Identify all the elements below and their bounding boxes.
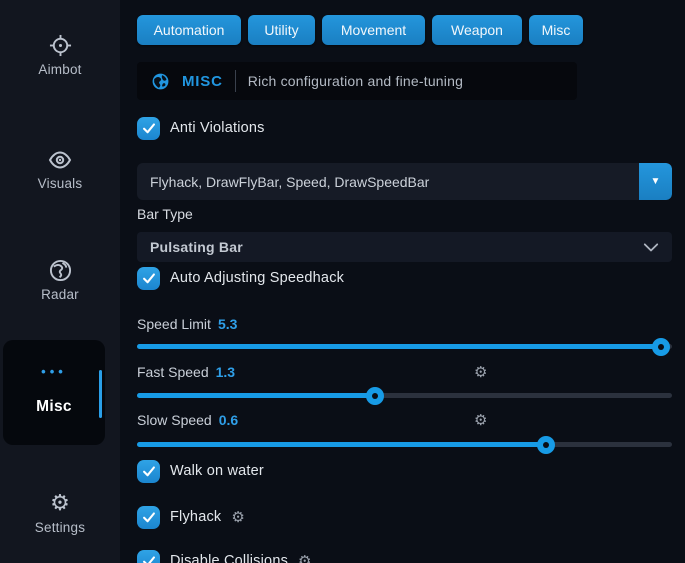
slider-handle[interactable]	[366, 387, 384, 405]
sidebar: Aimbot Visuals Radar	[0, 0, 120, 563]
sidebar-item-label: Settings	[0, 520, 120, 535]
slider-fill	[137, 344, 661, 349]
sidebar-item-settings[interactable]: ⚙ Settings	[0, 492, 120, 535]
checkbox-label: Auto Adjusting Speedhack	[170, 270, 344, 286]
globe-icon	[0, 259, 120, 283]
triangle-down-icon: ▼	[651, 176, 661, 187]
anti-violations-checkbox[interactable]	[137, 117, 160, 140]
gear-icon: ⚙	[0, 492, 120, 516]
flyhack-checkbox[interactable]	[137, 506, 160, 529]
auto-adjusting-row: Auto Adjusting Speedhack	[137, 266, 672, 290]
main-panel: Automation Utility Movement Weapon Misc …	[120, 0, 685, 563]
check-icon	[142, 121, 156, 135]
crosshair-icon	[0, 34, 120, 58]
dropdown-value: Pulsating Bar	[150, 239, 643, 255]
flyhack-row: Flyhack ⚙	[137, 505, 672, 529]
sidebar-item-radar[interactable]: Radar	[0, 259, 120, 302]
banner-divider	[235, 70, 236, 92]
disable-collisions-row: Disable Collisions ⚙	[137, 549, 672, 563]
slider-value: 0.6	[219, 412, 238, 428]
sidebar-item-label: Radar	[0, 287, 120, 302]
checkbox-label: Anti Violations	[170, 120, 265, 136]
sidebar-item-label: Aimbot	[0, 62, 120, 77]
slider-value: 5.3	[218, 316, 237, 332]
eye-icon	[0, 148, 120, 172]
bar-multiselect[interactable]: Flyhack, DrawFlyBar, Speed, DrawSpeedBar…	[137, 163, 672, 200]
gear-icon[interactable]: ⚙	[474, 363, 487, 381]
disable-collisions-checkbox[interactable]	[137, 550, 160, 563]
slider-handle[interactable]	[537, 436, 555, 454]
tab-automation[interactable]: Automation	[137, 15, 241, 45]
walk-on-water-row: Walk on water	[137, 459, 672, 483]
slow-speed-label-row: Slow Speed 0.6 ⚙	[137, 410, 672, 430]
tab-movement[interactable]: Movement	[322, 15, 425, 45]
auto-adjusting-checkbox[interactable]	[137, 267, 160, 290]
slider-label: Slow Speed	[137, 412, 212, 428]
bar-type-label: Bar Type	[137, 206, 672, 222]
checkbox-label: Disable Collisions	[170, 553, 288, 563]
tab-utility[interactable]: Utility	[248, 15, 315, 45]
tab-misc[interactable]: Misc	[529, 15, 583, 45]
fast-speed-label-row: Fast Speed 1.3 ⚙	[137, 362, 672, 382]
chevron-down-icon	[643, 241, 659, 253]
speed-limit-slider[interactable]	[137, 338, 672, 356]
check-icon	[142, 554, 156, 563]
tab-bar: Automation Utility Movement Weapon Misc	[137, 15, 672, 45]
ellipsis-icon: •••	[3, 364, 105, 379]
section-title: MISC	[182, 73, 223, 90]
check-icon	[142, 271, 156, 285]
gear-icon[interactable]: ⚙	[231, 508, 244, 526]
active-indicator-bar	[99, 370, 102, 418]
cheat-menu-window: Aimbot Visuals Radar	[0, 0, 685, 563]
slow-speed-slider[interactable]	[137, 436, 672, 454]
fast-speed-slider[interactable]	[137, 387, 672, 405]
slider-label: Speed Limit	[137, 316, 211, 332]
checkbox-label: Walk on water	[170, 463, 264, 479]
slider-fill	[137, 393, 375, 398]
multiselect-value: Flyhack, DrawFlyBar, Speed, DrawSpeedBar	[137, 174, 639, 190]
slider-label: Fast Speed	[137, 364, 209, 380]
gear-icon[interactable]: ⚙	[298, 552, 311, 563]
check-icon	[142, 464, 156, 478]
slider-fill	[137, 442, 546, 447]
sidebar-item-aimbot[interactable]: Aimbot	[0, 34, 120, 77]
sidebar-item-visuals[interactable]: Visuals	[0, 148, 120, 191]
sidebar-item-label: Misc	[3, 398, 105, 416]
globe-icon	[151, 72, 170, 91]
gear-icon[interactable]: ⚙	[474, 411, 487, 429]
speed-limit-label-row: Speed Limit 5.3	[137, 314, 672, 334]
section-subtitle: Rich configuration and fine-tuning	[248, 73, 463, 89]
checkbox-label: Flyhack	[170, 509, 221, 525]
bar-type-dropdown[interactable]: Pulsating Bar	[137, 232, 672, 262]
slider-value: 1.3	[216, 364, 235, 380]
multiselect-open-button[interactable]: ▼	[639, 163, 672, 200]
section-banner: MISC Rich configuration and fine-tuning	[137, 62, 577, 100]
check-icon	[142, 510, 156, 524]
sidebar-item-misc-selected[interactable]: ••• Misc	[3, 340, 105, 445]
slider-handle[interactable]	[652, 338, 670, 356]
anti-violations-row: Anti Violations	[137, 116, 672, 140]
sidebar-item-label: Visuals	[0, 176, 120, 191]
walk-on-water-checkbox[interactable]	[137, 460, 160, 483]
tab-weapon[interactable]: Weapon	[432, 15, 522, 45]
